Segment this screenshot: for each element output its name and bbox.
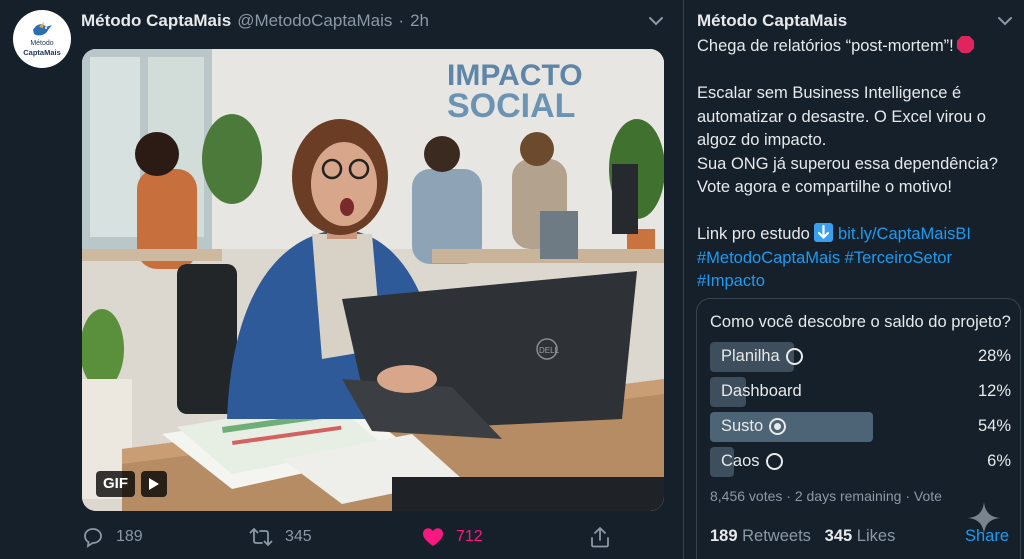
poll-option-susto[interactable]: Susto 54% bbox=[710, 412, 1011, 442]
poll-option-planilha[interactable]: Planilha 28% bbox=[710, 342, 1011, 372]
tweet-media-gif[interactable]: IMPACTO SOCIAL DELL GIF bbox=[82, 49, 664, 511]
avatar-brand-line1: Método bbox=[30, 40, 54, 47]
tweet-card[interactable]: Método CaptaMais Método CaptaMais @Metod… bbox=[0, 0, 683, 559]
hashtag-terceirosetor[interactable]: #TerceiroSetor bbox=[845, 249, 952, 267]
retweets-label[interactable]: Retweets bbox=[742, 527, 811, 545]
poll-option-label: Planilha bbox=[721, 347, 780, 365]
gif-badge[interactable]: GIF bbox=[96, 471, 167, 497]
share-icon bbox=[591, 527, 609, 548]
author-name[interactable]: Método CaptaMais bbox=[81, 11, 231, 31]
gif-label: GIF bbox=[96, 471, 135, 497]
like-count: 712 bbox=[456, 528, 483, 545]
likes-label[interactable]: Likes bbox=[857, 527, 896, 545]
chevron-down-icon[interactable] bbox=[996, 14, 1014, 28]
hashtags-line-2: #Impacto bbox=[697, 270, 1017, 294]
body-line-1: Chega de relatórios “post-mortem”! bbox=[697, 35, 1017, 59]
link-prefix: Link pro estudo bbox=[697, 225, 810, 243]
reply-icon bbox=[84, 528, 102, 548]
sign-social: SOCIAL bbox=[447, 87, 575, 125]
body-link-line: Link pro estudo bit.ly/CaptaMaisBI bbox=[697, 223, 1017, 247]
heart-icon bbox=[423, 528, 443, 546]
avatar-brand-line2: CaptaMais bbox=[23, 48, 61, 57]
poll-option-percent: 28% bbox=[977, 347, 1011, 365]
body-line-6: Vote agora e compartilhe o motivo! bbox=[697, 178, 952, 196]
poll-option-label: Susto bbox=[721, 417, 764, 435]
retweet-icon bbox=[249, 528, 273, 546]
tweet-time[interactable]: 2h bbox=[410, 11, 429, 31]
chevron-down-icon[interactable] bbox=[647, 14, 665, 28]
radio-icon[interactable] bbox=[765, 453, 783, 470]
reply-count: 189 bbox=[116, 528, 143, 545]
avatar[interactable]: Método CaptaMais bbox=[13, 10, 71, 68]
poll-option-label: Caos bbox=[721, 452, 760, 470]
radio-icon[interactable] bbox=[785, 348, 803, 365]
share-button[interactable] bbox=[590, 524, 610, 550]
body-line-3: automatizar o desastre. O Excel virou o bbox=[697, 107, 986, 126]
radio-selected-icon[interactable] bbox=[769, 418, 787, 435]
tweet-body: Chega de relatórios “post-mortem”! Escal… bbox=[697, 35, 1017, 294]
like-button[interactable]: 712 bbox=[422, 524, 483, 550]
detail-author-name[interactable]: Método CaptaMais bbox=[697, 11, 847, 31]
app-root: Método CaptaMais Método CaptaMais @Metod… bbox=[0, 0, 1024, 559]
play-icon[interactable] bbox=[141, 471, 167, 497]
office-photo: IMPACTO SOCIAL DELL bbox=[82, 49, 664, 511]
poll-option-label: Dashboard bbox=[721, 382, 802, 400]
tweet-actions: 189 345 712 bbox=[82, 524, 622, 550]
sparkle-icon bbox=[968, 502, 1000, 534]
poll-option-percent: 6% bbox=[987, 452, 1011, 470]
poll-option-dashboard[interactable]: Dashboard 12% bbox=[710, 377, 1011, 407]
body-line-2: Escalar sem Business Intelligence é bbox=[697, 84, 962, 102]
poll-meta: 8,456 votes · 2 days remaining · Vote bbox=[710, 488, 942, 504]
author-handle[interactable]: @MetodoCaptaMais bbox=[237, 11, 392, 31]
down-arrow-emoji bbox=[814, 223, 834, 242]
laptop-brand: DELL bbox=[539, 346, 560, 355]
body-line-4: algoz do impacto. bbox=[697, 131, 827, 149]
hashtag-impacto[interactable]: #Impacto bbox=[697, 272, 765, 290]
retweets-count[interactable]: 189 bbox=[710, 527, 738, 545]
study-link[interactable]: bit.ly/CaptaMaisBI bbox=[838, 225, 971, 243]
poll-option-percent: 54% bbox=[977, 417, 1011, 435]
tweet-header: Método CaptaMais @MetodoCaptaMais · 2h bbox=[81, 11, 429, 31]
separator: · bbox=[398, 11, 405, 30]
retweet-button[interactable]: 345 bbox=[249, 524, 312, 550]
hashtag-metodocaptamais[interactable]: #MetodoCaptaMais bbox=[697, 249, 840, 267]
likes-count[interactable]: 345 bbox=[825, 527, 853, 545]
retweet-count: 345 bbox=[285, 528, 312, 545]
body-line-5: Sua ONG já superou essa dependência? bbox=[697, 154, 998, 173]
stop-sign-emoji bbox=[956, 35, 974, 54]
bird-logo-icon bbox=[33, 22, 52, 36]
tweet-stats: 189 Retweets 345 Likes bbox=[710, 527, 895, 546]
reply-button[interactable]: 189 bbox=[82, 524, 143, 550]
poll-option-caos[interactable]: Caos 6% bbox=[710, 447, 1011, 477]
poll-option-percent: 12% bbox=[977, 382, 1011, 400]
tweet-detail: Método CaptaMais Chega de relatórios “po… bbox=[684, 0, 1024, 559]
body-headline: Chega de relatórios “post-mortem”! bbox=[697, 37, 954, 55]
poll-question: Como você descobre o saldo do projeto? bbox=[710, 313, 1011, 331]
hashtags-line: #MetodoCaptaMais #TerceiroSetor bbox=[697, 247, 1017, 271]
